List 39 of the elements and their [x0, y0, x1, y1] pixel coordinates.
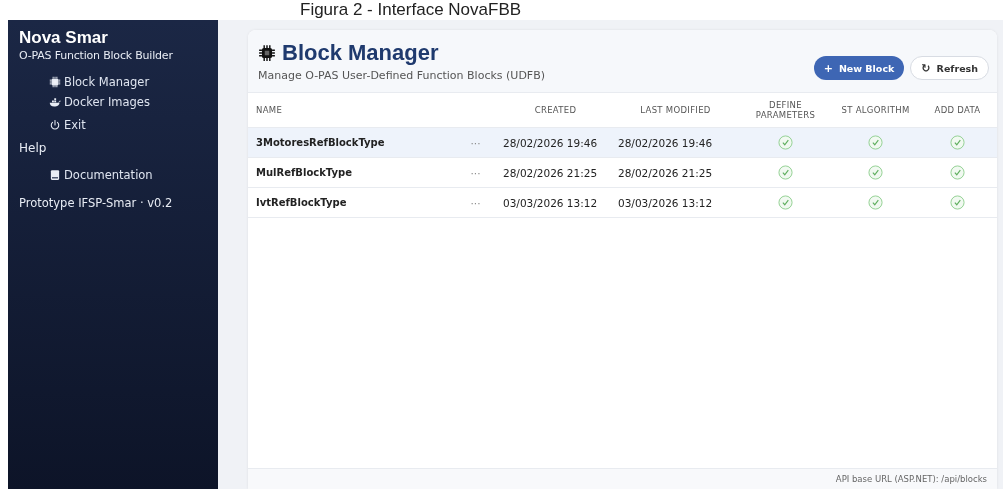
- nav-item[interactable]: Documentation: [49, 166, 153, 183]
- table-cell-text: 3MotoresRefBlockType: [255, 137, 386, 148]
- refresh-button[interactable]: ↻ Refresh: [910, 56, 989, 80]
- nav-item[interactable]: Block Manager: [49, 73, 150, 90]
- page-title: Block Manager: [282, 40, 439, 66]
- column-header: CREATED: [533, 105, 578, 115]
- more-menu[interactable]: ···: [470, 196, 481, 209]
- table-cell-text: 28/02/2026 19:46: [502, 136, 599, 149]
- table-row[interactable]: 3MotoresRefBlockType ··· 28/02/2026 19:46 28/02/2026 19:46: [248, 128, 997, 158]
- figure-caption: Figura 2 - Interface NovaFBB: [300, 0, 522, 20]
- column-header: ST ALGORITHM: [840, 105, 911, 115]
- column-header: DEFINE PARAMETERS: [754, 100, 817, 120]
- chip-icon: [49, 75, 61, 88]
- table-cell-text: IvtRefBlockType: [255, 197, 348, 208]
- book-icon: [49, 168, 61, 181]
- page-subtitle: Manage O-PAS User-Defined Function Blocks (UDFB): [258, 69, 546, 82]
- table-cell-text: 28/02/2026 21:25: [502, 166, 599, 179]
- app-title: Nova Smar: [19, 28, 109, 48]
- api-url-label: API base URL (ASP.NET): /api/blocks: [835, 474, 987, 484]
- table-cell-text: 03/03/2026 13:12: [502, 196, 599, 209]
- version-label: Prototype IFSP-Smar · v0.2: [19, 196, 174, 210]
- column-header: LAST MODIFIED: [639, 105, 712, 115]
- column-header: ADD DATA: [933, 105, 982, 115]
- table-cell-text: 03/03/2026 13:12: [617, 196, 714, 209]
- app-subtitle: O-PAS Function Block Builder: [19, 49, 174, 62]
- section-heading: Help: [19, 141, 48, 155]
- table-cell-text: 28/02/2026 19:46: [617, 136, 714, 149]
- more-menu[interactable]: ···: [470, 166, 481, 179]
- table-cell-text: MulRefBlockType: [255, 167, 353, 178]
- table-cell-text: 28/02/2026 21:25: [617, 166, 714, 179]
- nav-item[interactable]: Exit: [49, 116, 86, 133]
- table-row[interactable]: IvtRefBlockType ··· 03/03/2026 13:12 03/03/2026 13:12: [248, 188, 997, 218]
- whale-icon: [49, 95, 61, 108]
- chip-icon: [258, 44, 276, 62]
- table-row[interactable]: MulRefBlockType ··· 28/02/2026 21:25 28/02/2026 21:25: [248, 158, 997, 188]
- column-header: NAME: [255, 105, 284, 115]
- power-icon: [49, 118, 61, 131]
- new-block-button[interactable]: + New Block: [813, 56, 905, 80]
- nav-item[interactable]: Docker Images: [49, 93, 150, 110]
